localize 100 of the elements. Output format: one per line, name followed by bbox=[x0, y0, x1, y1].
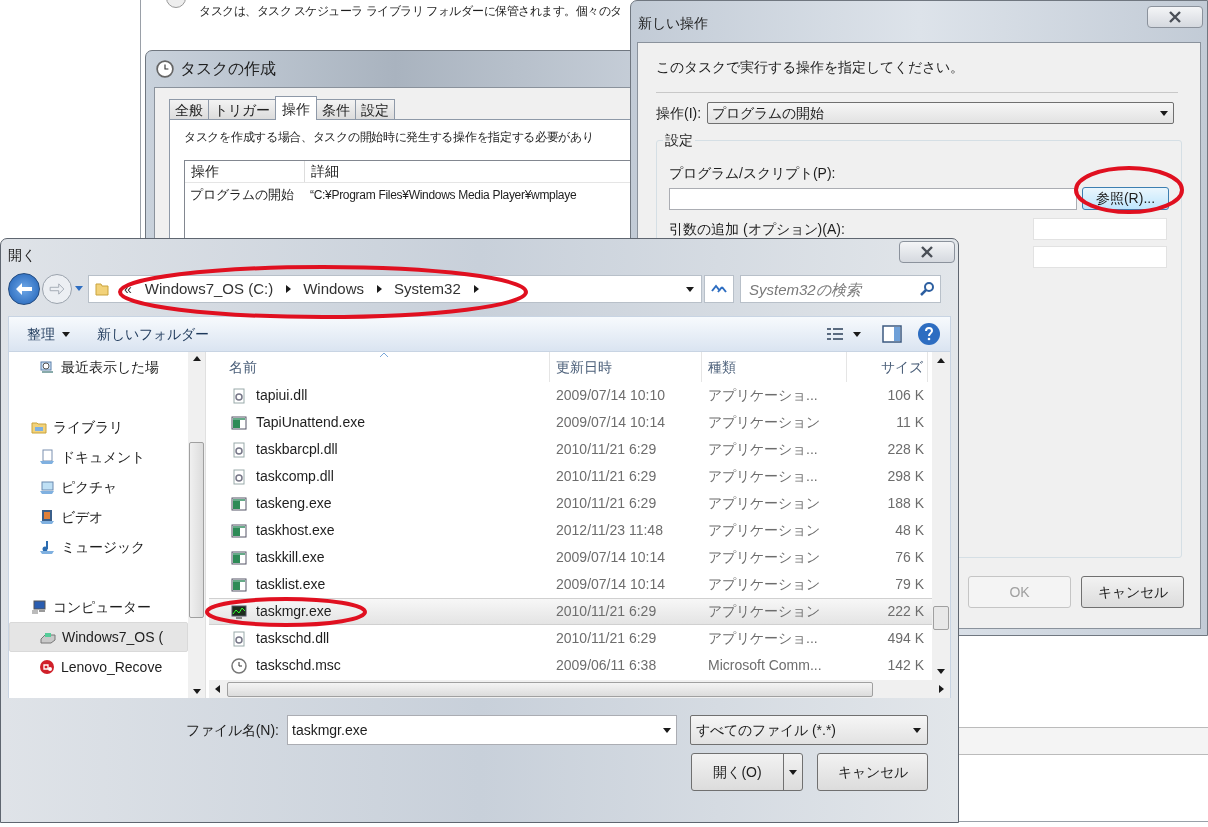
back-button[interactable] bbox=[8, 273, 40, 305]
file-row[interactable]: taskschd.dll 2010/11/21 6:29 アプリケーショ... 494 K bbox=[209, 625, 932, 652]
film-icon bbox=[39, 509, 55, 525]
filename-field[interactable]: taskmgr.exe bbox=[287, 715, 677, 745]
scrollbar-thumb[interactable] bbox=[933, 606, 949, 630]
file-row[interactable]: taskkill.exe 2009/07/14 10:14 アプリケーション 76 K bbox=[209, 544, 932, 571]
close-button[interactable] bbox=[899, 241, 955, 263]
clock-icon bbox=[231, 657, 247, 674]
table-cell-text: 2009/07/14 10:14 bbox=[555, 413, 666, 432]
scrollbar[interactable] bbox=[932, 352, 950, 680]
help-button[interactable] bbox=[918, 323, 940, 345]
toolbar-button[interactable]: 整理 bbox=[19, 321, 79, 347]
file-row[interactable]: tapiui.dll 2009/07/14 10:10 アプリケーショ... 106 K bbox=[209, 382, 932, 409]
toolbar-button[interactable]: 新しいフォルダー bbox=[89, 321, 217, 347]
window-icon bbox=[231, 522, 247, 539]
search-field[interactable]: System32の検索 bbox=[740, 275, 941, 303]
dropdown-arrow-icon bbox=[912, 725, 922, 735]
music-note-icon bbox=[39, 539, 55, 555]
breadcrumb-item[interactable]: Windows7_OS (C:) bbox=[144, 277, 274, 301]
table-cell-text: アプリケーション bbox=[707, 413, 821, 432]
table-cell-text: 222 K bbox=[886, 602, 925, 621]
file-row[interactable]: taskcomp.dll 2010/11/21 6:29 アプリケーショ... 298 K bbox=[209, 463, 932, 490]
tab[interactable]: 全般 bbox=[169, 99, 209, 120]
file-row[interactable]: taskbarcpl.dll 2010/11/21 6:29 アプリケーショ... 228 K bbox=[209, 436, 932, 463]
search-icon bbox=[919, 281, 935, 297]
table-cell-text: 11 K bbox=[895, 413, 925, 432]
instruction-text: タスクを作成する場合、タスクの開始時に発生する操作を指定する必要があり bbox=[184, 129, 595, 146]
tab[interactable]: トリガー bbox=[208, 99, 276, 120]
table-cell-text: 79 K bbox=[894, 575, 925, 594]
table-cell-text: “C:¥Program Files¥Windows Media Player¥wmplaye bbox=[309, 187, 578, 204]
scrollbar[interactable] bbox=[209, 680, 950, 698]
nav-item[interactable]: Lenovo_Recove bbox=[9, 652, 188, 682]
history-caret-icon bbox=[74, 285, 84, 293]
scroll-up-icon bbox=[936, 356, 946, 366]
column-header[interactable]: 更新日時 bbox=[550, 352, 702, 382]
open-button[interactable]: 開く(O) bbox=[691, 753, 803, 791]
file-row[interactable]: taskschd.msc 2009/06/11 6:38 Microsoft Comm... 142 K bbox=[209, 652, 932, 679]
breadcrumb-item[interactable]: Windows bbox=[303, 277, 365, 301]
file-name: taskkill.exe bbox=[256, 548, 325, 567]
table-cell-text: プログラムの開始 bbox=[189, 186, 295, 205]
tab[interactable]: 操作 bbox=[275, 96, 317, 120]
dialog-button[interactable]: キャンセル bbox=[1081, 576, 1184, 608]
arguments-input[interactable] bbox=[1033, 218, 1167, 240]
table-cell-text: Microsoft Comm... bbox=[707, 656, 823, 675]
file-name: taskhost.exe bbox=[256, 521, 335, 540]
file-row[interactable]: TapiUnattend.exe 2009/07/14 10:14 アプリケーション 11 K bbox=[209, 409, 932, 436]
table-cell-text: 48 K bbox=[894, 521, 925, 540]
cancel-button[interactable]: キャンセル bbox=[817, 753, 928, 791]
file-name: taskcomp.dll bbox=[256, 467, 334, 486]
table-cell-text: 188 K bbox=[886, 494, 925, 513]
nav-item[interactable]: ビデオ bbox=[9, 502, 188, 532]
clock-icon bbox=[156, 60, 174, 78]
tab[interactable]: 設定 bbox=[355, 99, 395, 120]
column-header[interactable]: 操作 bbox=[185, 161, 305, 182]
file-type-dropdown[interactable]: すべてのファイル (*.*) bbox=[690, 715, 928, 745]
recovery-icon bbox=[39, 659, 55, 675]
file-row[interactable]: taskhost.exe 2012/11/23 11:48 アプリケーション 48 K bbox=[209, 517, 932, 544]
file-row[interactable]: taskeng.exe 2010/11/21 6:29 アプリケーション 188 K bbox=[209, 490, 932, 517]
scrollbar[interactable] bbox=[188, 352, 205, 698]
table-cell-text: アプリケーショ... bbox=[707, 629, 819, 648]
close-icon bbox=[1168, 11, 1182, 23]
close-icon bbox=[920, 246, 934, 258]
column-header[interactable]: サイズ bbox=[847, 352, 928, 382]
tab[interactable]: 条件 bbox=[316, 99, 356, 120]
field-label: プログラム/スクリプト(P): bbox=[669, 164, 837, 183]
table-cell-text: アプリケーション bbox=[707, 575, 821, 594]
table-cell-text: 2010/11/21 6:29 bbox=[555, 629, 658, 648]
window-title: タスクの作成 bbox=[180, 59, 276, 79]
nav-item[interactable]: 最近表示した場 bbox=[9, 352, 188, 382]
column-header[interactable]: 種類 bbox=[702, 352, 847, 382]
scrollbar-thumb[interactable] bbox=[227, 681, 873, 697]
file-row[interactable]: taskmgr.exe 2010/11/21 6:29 アプリケーション 222 K bbox=[209, 598, 932, 625]
refresh-button[interactable] bbox=[704, 275, 734, 303]
nav-item[interactable]: ピクチャ bbox=[9, 472, 188, 502]
caret-icon bbox=[852, 329, 862, 339]
nav-item[interactable]: ミュージック bbox=[9, 532, 188, 562]
scroll-right-icon bbox=[936, 684, 946, 694]
table-cell-text: アプリケーショ... bbox=[707, 467, 819, 486]
column-header[interactable]: 名前 bbox=[209, 352, 550, 382]
nav-item[interactable]: コンピューター bbox=[9, 592, 188, 622]
program-input[interactable] bbox=[669, 187, 1078, 210]
overflow-chevron[interactable]: « bbox=[121, 280, 135, 298]
field-label: 操作(I): bbox=[656, 103, 702, 123]
file-row[interactable]: tasklist.exe 2009/07/14 10:14 アプリケーション 79 K bbox=[209, 571, 932, 598]
dropdown-arrow-icon bbox=[788, 767, 798, 777]
close-button[interactable] bbox=[1147, 6, 1203, 28]
action-dropdown[interactable]: プログラムの開始 bbox=[707, 102, 1174, 124]
folder-icon bbox=[95, 281, 111, 297]
scrollbar-thumb[interactable] bbox=[189, 442, 204, 618]
table-cell-text: 2012/11/23 11:48 bbox=[555, 521, 664, 540]
file-name: taskbarcpl.dll bbox=[256, 440, 338, 459]
address-bar[interactable]: « Windows7_OS (C:) Windows System32 bbox=[88, 275, 702, 303]
document-icon bbox=[39, 449, 55, 465]
nav-item[interactable]: ドキュメント bbox=[9, 442, 188, 472]
nav-item[interactable]: Windows7_OS ( bbox=[9, 622, 188, 652]
instruction-text: このタスクで実行する操作を指定してください。 bbox=[656, 58, 965, 77]
start-in-input[interactable] bbox=[1033, 246, 1167, 268]
breadcrumb-item[interactable]: System32 bbox=[394, 277, 461, 301]
nav-item[interactable]: ライブラリ bbox=[9, 412, 188, 442]
picture-icon bbox=[39, 479, 55, 495]
